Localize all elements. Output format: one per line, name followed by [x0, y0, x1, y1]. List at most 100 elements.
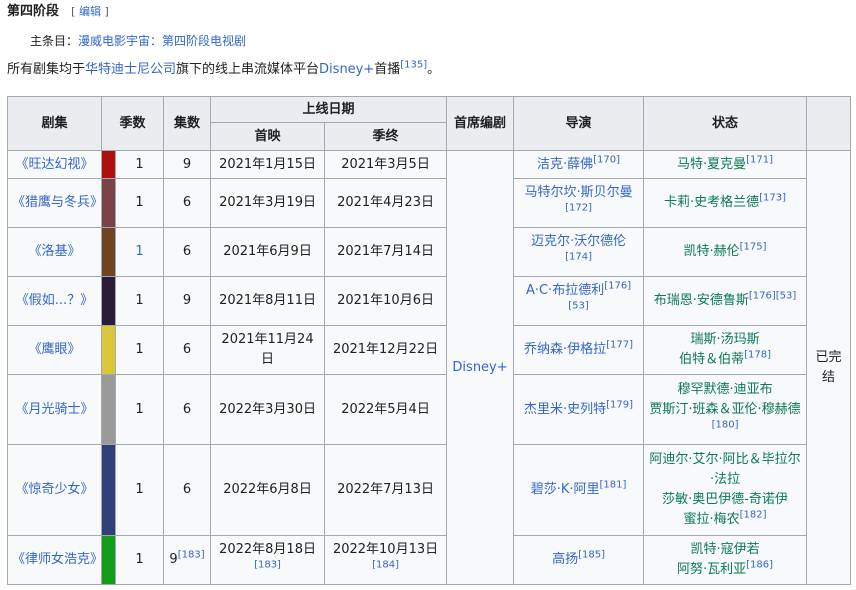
- series-color-swatch: [102, 277, 115, 325]
- season-link[interactable]: 1: [135, 552, 143, 567]
- episodes-value: 9: [182, 156, 192, 172]
- person-link[interactable]: 阿努·瓦利亚: [677, 562, 746, 577]
- series-title-link[interactable]: 《惊奇少女》: [15, 482, 93, 497]
- finale-cell: 2021年10月6日: [324, 276, 448, 326]
- episodes-value: 6: [182, 244, 192, 259]
- ref-link[interactable]: [172]: [565, 203, 592, 214]
- ref-link[interactable]: [184]: [372, 560, 399, 571]
- person-link[interactable]: 卡莉·史考格兰德: [664, 195, 759, 210]
- person-link[interactable]: 碧莎·K·阿里: [531, 482, 600, 497]
- ref-link[interactable]: [177]: [606, 340, 633, 351]
- ref-link[interactable]: [183]: [254, 560, 281, 571]
- main-article-link-part1: 漫威电影宇宙: [78, 34, 151, 48]
- series-title-link[interactable]: 《鹰眼》: [28, 342, 80, 357]
- table-row: 《月光骑士》 1 6 2022年3月30日 2022年5月4日 杰里米·史列特[179] 穆…: [7, 374, 851, 445]
- series-title-link[interactable]: 《洛基》: [28, 244, 80, 259]
- person-link[interactable]: 凯特·寇伊若: [690, 542, 759, 557]
- series-title-link[interactable]: 《旺达幻视》: [15, 157, 93, 172]
- col-premiere-header: 首映: [210, 122, 326, 151]
- intro-text-end: 。: [427, 62, 441, 77]
- series-title-link[interactable]: 《律师女浩克》: [12, 552, 103, 567]
- person-link[interactable]: 穆罕默德·迪亚布: [677, 382, 772, 397]
- season-link[interactable]: 1: [135, 157, 143, 172]
- premiere-cell: 2022年8月18日 [183]: [210, 535, 326, 585]
- series-title-link[interactable]: 《猎鹰与冬兵》: [12, 195, 103, 210]
- episodes-cell: 6: [163, 325, 212, 375]
- season-link[interactable]: 1: [135, 402, 143, 417]
- ref-link[interactable]: [175]: [740, 242, 767, 253]
- writer-cell: 碧莎·K·阿里[181]: [513, 444, 645, 536]
- director-cell: 卡莉·史考格兰德[173]: [643, 178, 808, 228]
- ref-link[interactable]: [185]: [578, 550, 605, 561]
- table-row: 《猎鹰与冬兵》 1 6 2021年3月19日 2021年4月23日 马特尔坎·斯贝尔曼 [1…: [7, 178, 851, 228]
- writer-cell: 迈克尔·沃尔德伦 [174]: [513, 227, 645, 277]
- person-link[interactable]: 莎敏·奥巴伊德-奇诺伊: [662, 492, 788, 507]
- finale-date: 2021年7月14日: [337, 244, 434, 259]
- ref-link[interactable]: [186]: [746, 560, 773, 571]
- person-link[interactable]: 伯特＆伯蒂: [679, 352, 744, 367]
- person-link[interactable]: A·C·布拉德利: [526, 283, 604, 298]
- episodes-cell: 6: [163, 444, 212, 536]
- series-color-cell: [101, 227, 116, 277]
- person-link[interactable]: 布瑞恩·安德鲁斯: [654, 293, 749, 308]
- ref-link[interactable]: [179]: [606, 399, 633, 410]
- ref-link[interactable]: [182]: [740, 510, 767, 521]
- edit-link[interactable]: 编辑: [79, 5, 101, 18]
- person-link[interactable]: 瑞斯·汤玛斯: [690, 332, 759, 347]
- writer-cell: 马特尔坎·斯贝尔曼 [172]: [513, 178, 645, 228]
- person-link[interactable]: 贾斯汀·班森＆亚伦·穆赫德: [649, 402, 800, 417]
- premiere-cell: 2021年8月11日: [210, 276, 326, 326]
- network-link[interactable]: Disney+: [452, 360, 507, 375]
- premiere-cell: 2021年1月15日: [210, 150, 326, 179]
- episodes-cell: 9[183]: [163, 535, 212, 585]
- ref-link[interactable]: [176][53]: [749, 291, 796, 302]
- col-director-header: 导演: [513, 96, 645, 151]
- ref-link[interactable]: [171]: [746, 154, 773, 165]
- series-title-link[interactable]: 《月光骑士》: [15, 402, 93, 417]
- ref-sup: [181]: [599, 480, 626, 491]
- ref-link[interactable]: [135]: [400, 60, 427, 71]
- person-link[interactable]: 凯特·赫伦: [684, 244, 740, 259]
- season-link[interactable]: 1: [135, 293, 143, 308]
- premiere-date: 2021年11月24日: [221, 332, 314, 367]
- person-link[interactable]: 迈克尔·沃尔德伦: [531, 234, 626, 249]
- person-link[interactable]: 杰里米·史列特: [524, 402, 606, 417]
- premiere-date: 2021年6月9日: [223, 244, 312, 259]
- ref-sup: [172]: [565, 203, 592, 214]
- ref-link[interactable]: [170]: [593, 154, 620, 165]
- series-color-cell: [101, 150, 116, 179]
- series-color-cell: [101, 535, 116, 585]
- person-link[interactable]: 高扬: [552, 552, 578, 567]
- ref-link[interactable]: [174]: [565, 252, 592, 263]
- platform-link[interactable]: Disney+: [319, 62, 374, 77]
- series-title-cell: 《月光骑士》: [7, 374, 102, 445]
- ref-link[interactable]: [178]: [744, 350, 771, 361]
- ref-link[interactable]: [173]: [759, 193, 786, 204]
- ref-link[interactable]: [183]: [178, 550, 205, 561]
- person-link[interactable]: 洁克·薛佛: [537, 157, 593, 172]
- series-color-cell: [101, 178, 116, 228]
- person-link[interactable]: 蜜拉·梅农: [684, 512, 740, 527]
- series-title-cell: 《律师女浩克》: [7, 535, 103, 585]
- season-link[interactable]: 1: [135, 482, 143, 497]
- company-link[interactable]: 华特迪士尼公司: [85, 62, 176, 77]
- series-title-cell: 《惊奇少女》: [7, 444, 102, 536]
- season-cell: 1: [114, 227, 165, 277]
- main-article-link[interactable]: 漫威电影宇宙：第四阶段电视剧: [78, 34, 246, 48]
- person-link[interactable]: 马特·夏克曼: [677, 157, 746, 172]
- main-article-link-part2: 第四阶段电视剧: [162, 34, 247, 48]
- intro-paragraph: 所有剧集均于华特迪士尼公司旗下的线上串流媒体平台Disney+首播[135]。: [7, 60, 440, 80]
- person-link[interactable]: 阿迪尔·艾尔·阿比＆毕拉尔·法拉: [649, 452, 800, 487]
- person-link[interactable]: 马特尔坎·斯贝尔曼: [524, 185, 632, 200]
- ref-link[interactable]: [181]: [599, 480, 626, 491]
- series-title-cell: 《鹰眼》: [7, 325, 102, 375]
- person-link[interactable]: 乔纳森·伊格拉: [524, 342, 606, 357]
- season-cell: 1: [114, 535, 165, 585]
- series-title-link[interactable]: 《假如...？》: [16, 293, 93, 308]
- season-link[interactable]: 1: [135, 195, 143, 210]
- season-link[interactable]: 1: [135, 342, 143, 357]
- col-status-header: 状态: [643, 96, 808, 151]
- intro-text-3: 首播: [374, 62, 401, 77]
- ref-link[interactable]: [180]: [712, 419, 739, 430]
- season-link[interactable]: 1: [135, 244, 143, 259]
